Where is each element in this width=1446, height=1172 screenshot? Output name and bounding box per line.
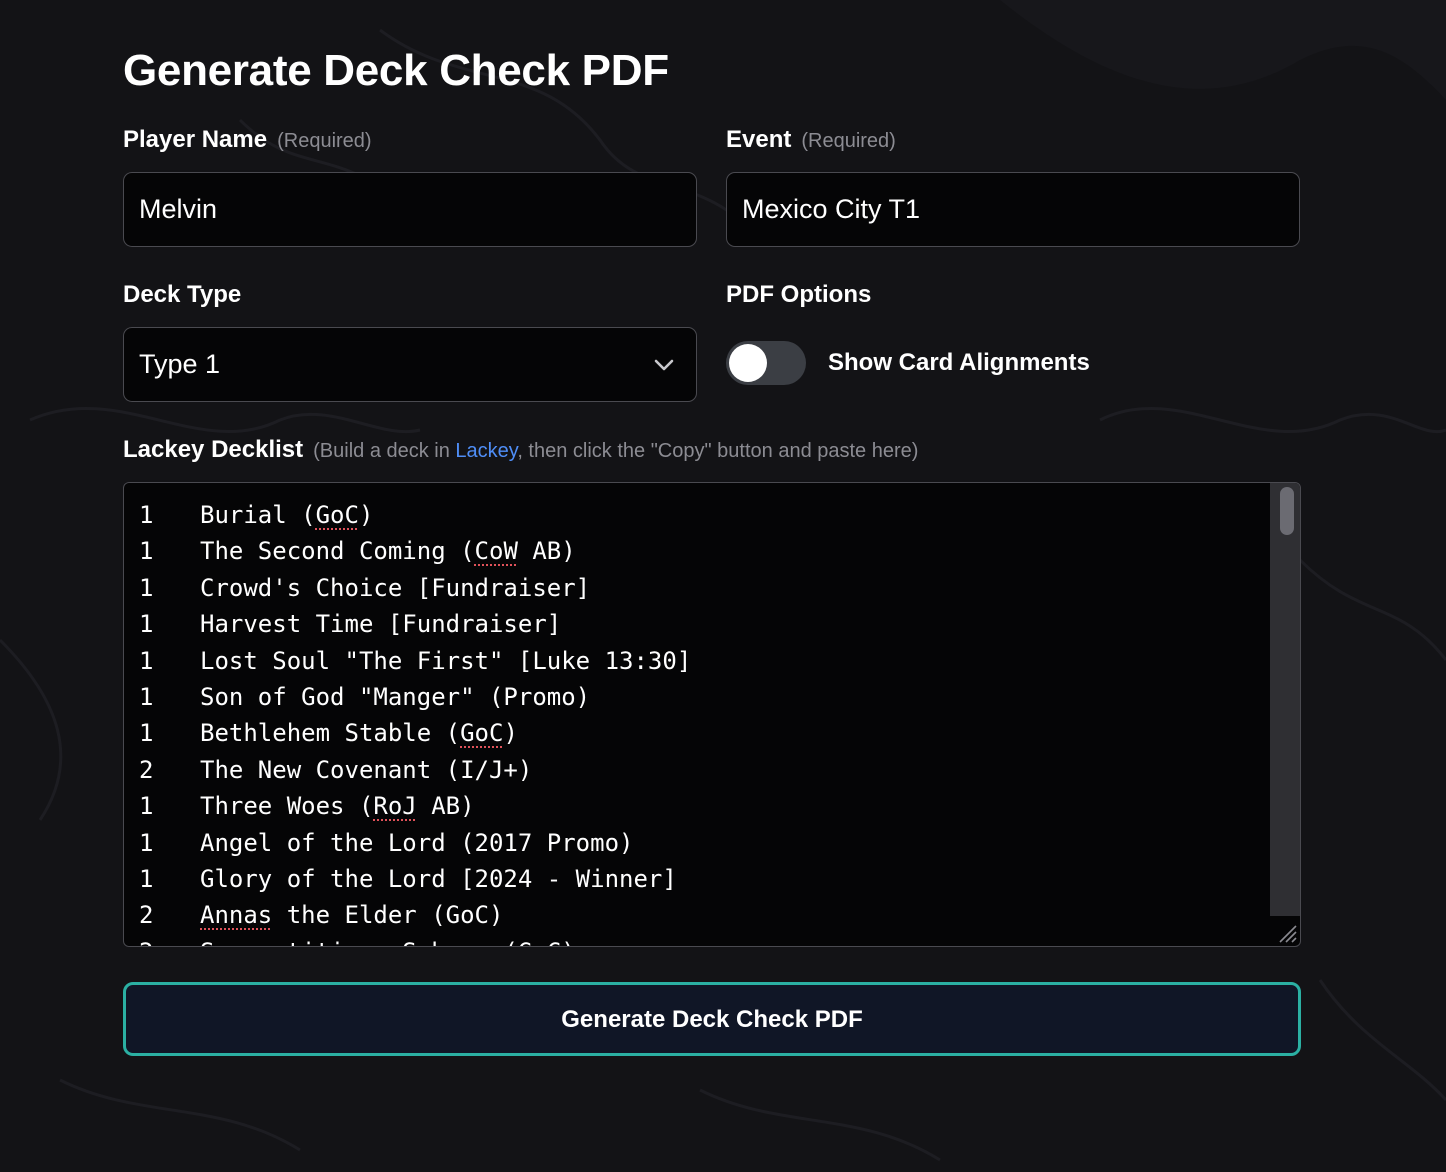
decklist-content: 1 Burial (GoC) 1 The Second Coming (CoW AB)… [139,497,691,946]
card-name: Harvest Time [Fundraiser] [200,610,562,639]
spellcheck-word: GoC [460,719,504,748]
card-quantity: 1 [139,828,154,857]
card-name: Crowd's Choice [Fundraiser] [200,573,591,602]
card-name: Superstitious Scheme (GoC) [200,938,576,946]
card-name-suffix: AB) [416,792,475,821]
event-input[interactable] [726,172,1300,247]
decklist-hint-prefix: (Build a deck in [313,440,456,462]
card-name: Lost Soul "The First" [Luke 13:30] [200,646,692,675]
decklist-hint: (Build a deck in Lackey, then click the … [313,440,918,462]
decklist-line: 1 Lost Soul "The First" [Luke 13:30] [139,643,691,679]
decklist-scroll-thumb[interactable] [1280,487,1294,535]
card-quantity: 1 [139,682,154,711]
card-quantity: 1 [139,610,154,639]
resize-grip-icon[interactable] [1274,920,1298,944]
player-name-required-hint: (Required) [277,130,372,152]
card-quantity: 1 [139,864,154,893]
card-name-suffix: the Elder (GoC) [272,901,504,930]
player-name-label-text: Player Name [123,126,268,153]
chevron-down-icon [654,359,674,371]
decklist-label-text: Lackey Decklist [123,436,304,463]
decklist-line: 1 Bethlehem Stable (GoC) [139,715,691,751]
decklist-line: 2Superstitious Scheme (GoC) [139,934,691,946]
deck-type-selected-value: Type 1 [139,349,221,379]
event-label: Event (Required) [726,125,896,156]
card-name-suffix: ) [358,501,374,529]
spellcheck-word: Annas [200,901,273,930]
card-name-suffix: ) [503,719,518,748]
decklist-line: 1 Crowd's Choice [Fundraiser] [139,570,691,606]
card-quantity: 2 [139,901,154,930]
player-name-input[interactable] [123,172,697,247]
spellcheck-word: RoJ [373,792,417,821]
event-required-hint: (Required) [801,130,896,152]
decklist-line: 1 Harvest Time [Fundraiser] [139,606,691,642]
lackey-link[interactable]: Lackey [455,440,517,462]
spellcheck-word: CoW [474,537,518,566]
decklist-line: 1 Son of God "Manger" (Promo) [139,679,691,715]
card-name: Three Woes ( [200,792,374,821]
toggle-knob [729,344,767,382]
deck-type-select[interactable]: Type 1 [123,327,697,402]
show-card-alignments-toggle[interactable] [726,341,806,385]
card-name: Glory of the Lord [2024 - Winner] [200,864,677,893]
deck-type-label: Deck Type [123,281,242,308]
card-quantity: 2 [139,934,200,946]
decklist-label: Lackey Decklist (Build a deck in Lackey, … [123,435,918,466]
card-name: The New Covenant (I/J+) [200,755,533,784]
card-name-suffix: AB) [517,537,576,566]
card-quantity: 1 [139,646,154,675]
card-quantity: 1 [139,573,154,602]
card-name: Son of God "Manger" (Promo) [200,682,591,711]
decklist-line: 1 Glory of the Lord [2024 - Winner] [139,861,691,897]
pdf-options-label: PDF Options [726,281,872,308]
decklist-line: 1 The Second Coming (CoW AB) [139,533,691,569]
card-quantity: 1 [139,501,154,529]
show-card-alignments-label: Show Card Alignments [828,349,1090,376]
decklist-textarea[interactable]: 1 Burial (GoC) 1 The Second Coming (CoW AB)… [123,482,1301,947]
card-quantity: 1 [139,537,154,566]
decklist-scrollbar[interactable] [1270,483,1300,916]
decklist-line: 1 Three Woes (RoJ AB) [139,788,691,824]
generate-pdf-button[interactable]: Generate Deck Check PDF [123,982,1301,1056]
card-quantity: 1 [139,792,154,821]
player-name-label: Player Name (Required) [123,125,372,156]
page-title: Generate Deck Check PDF [123,46,669,95]
decklist-hint-suffix: , then click the "Copy" button and paste… [517,440,919,462]
card-name: Burial ( [200,501,316,529]
decklist-line: 2 Annas the Elder (GoC) [139,897,691,933]
decklist-line: 1 Burial (GoC) [139,497,691,533]
card-quantity: 1 [139,719,154,748]
card-name: Angel of the Lord (2017 Promo) [200,828,634,857]
decklist-line: 2 The New Covenant (I/J+) [139,752,691,788]
decklist-line: 1 Angel of the Lord (2017 Promo) [139,825,691,861]
card-name: The Second Coming ( [200,537,475,566]
event-label-text: Event [726,126,792,153]
card-name: Bethlehem Stable ( [200,719,461,748]
spellcheck-word: GoC [315,501,359,529]
card-quantity: 2 [139,755,154,784]
